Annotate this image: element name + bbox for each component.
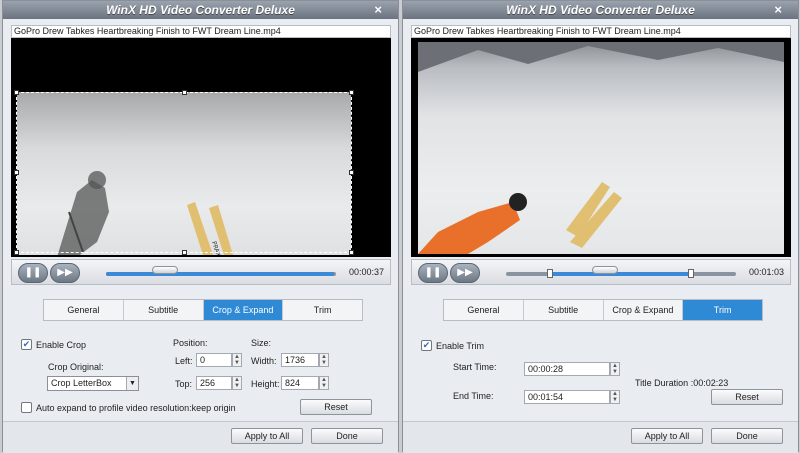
chevron-down-icon: ▼	[126, 377, 138, 390]
crop-original-value: Crop LetterBox	[51, 378, 112, 388]
enable-trim-label: Enable Trim	[436, 341, 485, 351]
title-duration-label: Title Duration :00:02:23	[635, 378, 729, 388]
bottom-bar: Apply to All Done	[3, 421, 398, 453]
top-input[interactable]: 256	[196, 376, 232, 390]
window-title: WinX HD Video Converter Deluxe	[106, 3, 295, 17]
enable-crop-label: Enable Crop	[36, 340, 87, 350]
trim-start-marker[interactable]	[547, 269, 553, 278]
crop-handle[interactable]	[14, 90, 19, 95]
reset-button[interactable]: Reset	[711, 389, 783, 405]
crop-handle[interactable]	[182, 250, 187, 255]
tab-trim[interactable]: Trim	[683, 300, 762, 320]
filename-field: GoPro Drew Tabkes Heartbreaking Finish t…	[411, 25, 791, 38]
width-stepper[interactable]: ▲ ▼	[319, 353, 329, 367]
size-label: Size:	[251, 338, 272, 348]
crop-handle[interactable]	[14, 250, 19, 255]
fast-forward-button[interactable]: ▶▶	[450, 263, 480, 283]
trim-range-fill	[550, 272, 690, 276]
title-bar: WinX HD Video Converter Deluxe ×	[403, 1, 798, 19]
width-input[interactable]: 1736	[281, 353, 319, 367]
position-label: Position:	[173, 338, 208, 348]
tab-general[interactable]: General	[44, 300, 124, 320]
end-time-stepper[interactable]: ▲ ▼	[610, 390, 620, 404]
time-display: 00:00:37	[348, 267, 384, 277]
end-time-label: End Time:	[453, 391, 494, 401]
close-icon[interactable]: ×	[774, 2, 782, 17]
crop-rectangle[interactable]	[14, 90, 354, 255]
time-display: 00:01:03	[748, 267, 784, 277]
close-icon[interactable]: ×	[374, 2, 382, 17]
fast-forward-button[interactable]: ▶▶	[50, 263, 80, 283]
top-stepper[interactable]: ▲ ▼	[232, 376, 242, 390]
tab-bar: General Subtitle Crop & Expand Trim	[43, 299, 363, 321]
tab-crop-expand[interactable]: Crop & Expand	[203, 300, 284, 320]
seek-fill	[106, 272, 334, 276]
tab-subtitle[interactable]: Subtitle	[124, 300, 204, 320]
crop-handle[interactable]	[182, 90, 187, 95]
ski-scene	[418, 42, 784, 254]
auto-expand-label: Auto expand to profile video resolution:…	[36, 403, 236, 413]
tab-subtitle[interactable]: Subtitle	[524, 300, 604, 320]
tab-bar: General Subtitle Crop & Expand Trim	[443, 299, 763, 321]
seek-track[interactable]	[106, 266, 336, 276]
start-time-input[interactable]: 00:00:28	[524, 362, 610, 376]
crop-handle[interactable]	[349, 170, 354, 175]
crop-handle[interactable]	[349, 90, 354, 95]
crop-original-label: Crop Original:	[48, 362, 104, 372]
crop-original-select[interactable]: Crop LetterBox ▼	[47, 376, 139, 391]
height-label: Height:	[251, 379, 280, 389]
trim-window: WinX HD Video Converter Deluxe × GoPro D…	[402, 0, 799, 453]
seek-track[interactable]	[506, 266, 736, 276]
seek-thumb[interactable]	[592, 266, 618, 274]
height-stepper[interactable]: ▲ ▼	[319, 376, 329, 390]
bottom-bar: Apply to All Done	[403, 421, 798, 453]
reset-button[interactable]: Reset	[300, 399, 372, 415]
enable-crop-checkbox[interactable]: ✔	[21, 339, 32, 350]
pause-button[interactable]: ❚❚	[18, 263, 48, 283]
start-time-stepper[interactable]: ▲ ▼	[610, 362, 620, 376]
end-time-input[interactable]: 00:01:54	[524, 390, 610, 404]
done-button[interactable]: Done	[711, 428, 783, 444]
apply-to-all-button[interactable]: Apply to All	[631, 428, 703, 444]
top-label: Top:	[175, 379, 193, 389]
width-label: Width:	[251, 356, 277, 366]
crop-window: WinX HD Video Converter Deluxe × GoPro D…	[2, 0, 399, 453]
tab-crop-expand[interactable]: Crop & Expand	[604, 300, 684, 320]
video-frame	[418, 42, 784, 254]
left-label: Left:	[175, 356, 193, 366]
apply-to-all-button[interactable]: Apply to All	[231, 428, 303, 444]
height-input[interactable]: 824	[281, 376, 319, 390]
filename-field: GoPro Drew Tabkes Heartbreaking Finish t…	[11, 25, 391, 38]
left-input[interactable]: 0	[196, 353, 232, 367]
playback-controls: ❚❚ ▶▶ 00:01:03	[411, 259, 791, 285]
tab-general[interactable]: General	[444, 300, 524, 320]
window-title: WinX HD Video Converter Deluxe	[506, 3, 695, 17]
crop-handle[interactable]	[349, 250, 354, 255]
done-button[interactable]: Done	[311, 428, 383, 444]
trim-end-marker[interactable]	[688, 269, 694, 278]
title-bar: WinX HD Video Converter Deluxe ×	[3, 1, 398, 19]
pause-button[interactable]: ❚❚	[418, 263, 448, 283]
tab-trim[interactable]: Trim	[283, 300, 362, 320]
enable-trim-checkbox[interactable]: ✔	[421, 340, 432, 351]
seek-thumb[interactable]	[152, 266, 178, 274]
crop-handle[interactable]	[14, 170, 19, 175]
left-stepper[interactable]: ▲ ▼	[232, 353, 242, 367]
video-preview[interactable]	[411, 38, 791, 257]
playback-controls: ❚❚ ▶▶ 00:00:37	[11, 259, 391, 285]
auto-expand-checkbox[interactable]	[21, 402, 32, 413]
start-time-label: Start Time:	[453, 362, 497, 372]
video-preview[interactable]: PRAXIS	[11, 38, 391, 257]
